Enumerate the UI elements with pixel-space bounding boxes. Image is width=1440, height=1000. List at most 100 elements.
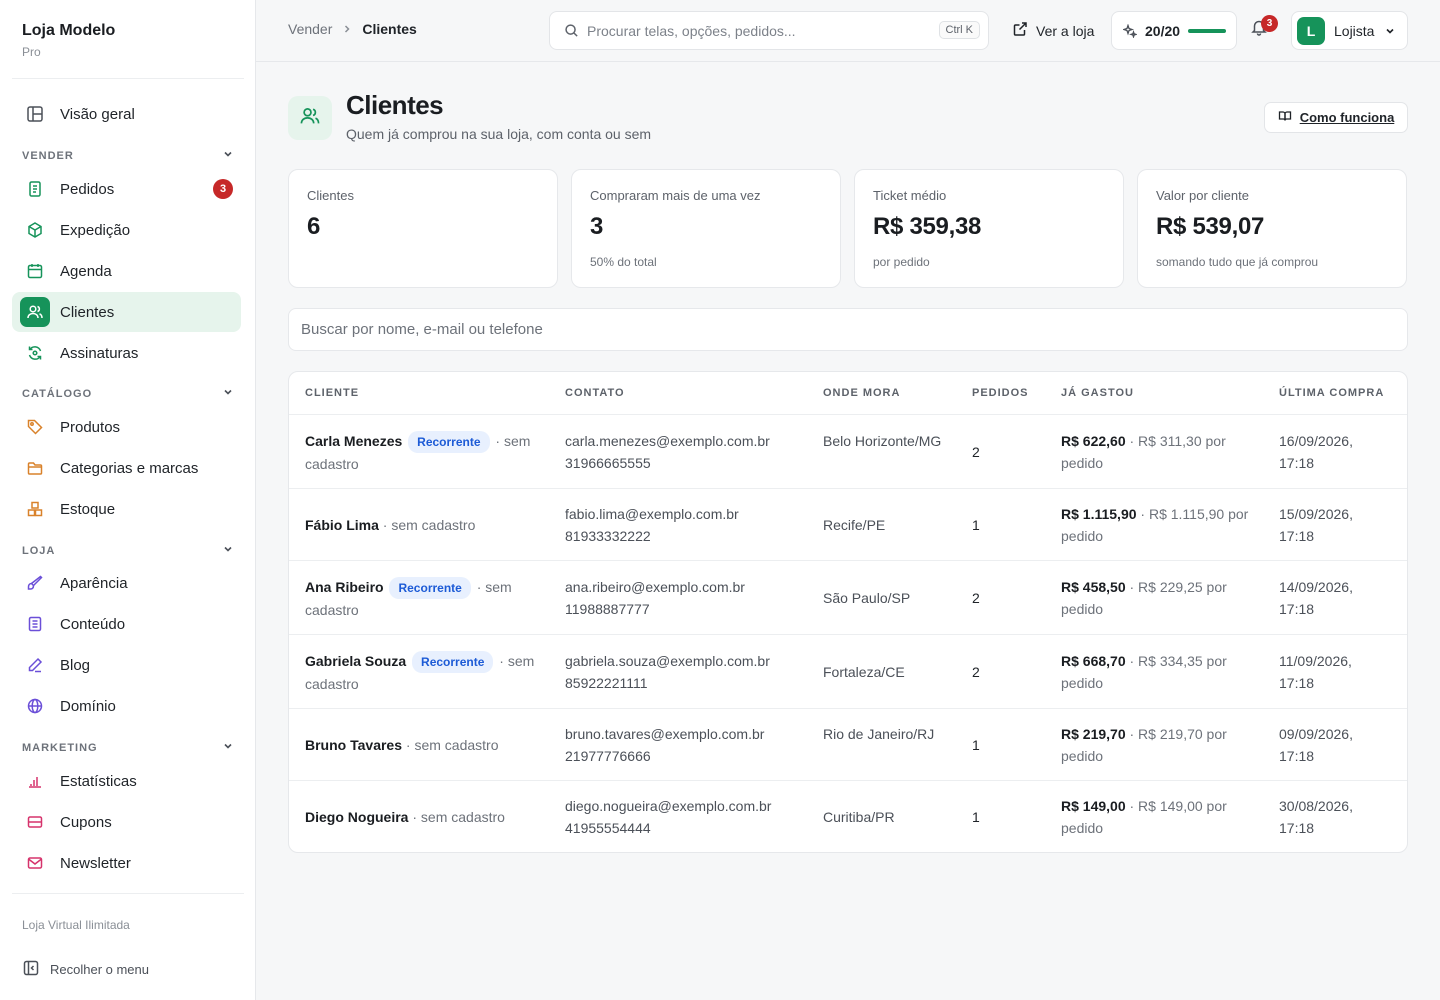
last-purchase-date: 14/09/2026, bbox=[1279, 579, 1353, 595]
last-purchase-time: 17:18 bbox=[1279, 675, 1315, 691]
last-purchase-cell: 16/09/2026, 17:18 bbox=[1279, 430, 1389, 474]
sidebar-item-label: Aparência bbox=[60, 574, 128, 592]
column-header-ja-gastou[interactable]: JÁ GASTOU bbox=[1061, 387, 1134, 399]
user-menu[interactable]: L Lojista bbox=[1291, 11, 1408, 50]
sidebar-item-label: Cupons bbox=[60, 813, 112, 831]
customer-search[interactable] bbox=[288, 308, 1408, 351]
sidebar-item-expedicao[interactable]: Expedição bbox=[12, 210, 241, 250]
section-toggle-vender[interactable]: VENDER bbox=[22, 148, 234, 164]
customer-name[interactable]: Carla Menezes bbox=[305, 433, 402, 449]
pencil-icon bbox=[20, 650, 50, 680]
sidebar-item-label: Clientes bbox=[60, 303, 115, 321]
customer-cell: Ana Ribeiro Recorrente · sem cadastro bbox=[305, 576, 545, 621]
ticket-icon bbox=[20, 807, 50, 837]
section-title: CATÁLOGO bbox=[22, 388, 93, 400]
last-purchase-time: 17:18 bbox=[1279, 455, 1315, 471]
customer-email[interactable]: carla.menezes@exemplo.com.br bbox=[565, 430, 805, 452]
usage-quota[interactable]: 20/20 bbox=[1111, 11, 1237, 50]
customer-email[interactable]: diego.nogueira@exemplo.com.br bbox=[565, 795, 805, 817]
stat-note: por pedido bbox=[873, 255, 930, 269]
section-toggle-marketing[interactable]: MARKETING bbox=[22, 740, 234, 756]
how-it-works-button[interactable]: Como funciona bbox=[1264, 102, 1408, 133]
customer-spent-cell: R$ 458,50 · R$ 229,25 por pedido bbox=[1061, 576, 1256, 620]
customer-location: Recife/PE bbox=[823, 517, 886, 533]
column-header-onde-mora[interactable]: ONDE MORA bbox=[823, 387, 900, 399]
column-header-contato[interactable]: CONTATO bbox=[565, 387, 625, 399]
sidebar-item-clientes[interactable]: Clientes bbox=[12, 292, 241, 332]
usage-quota-value: 20/20 bbox=[1145, 22, 1181, 39]
customer-email[interactable]: ana.ribeiro@exemplo.com.br bbox=[565, 576, 805, 598]
column-header-ultima-compra[interactable]: ÚLTIMA COMPRA bbox=[1279, 387, 1384, 399]
global-search-input[interactable] bbox=[587, 22, 917, 39]
chevron-right-icon bbox=[342, 21, 352, 37]
customer-name[interactable]: Ana Ribeiro bbox=[305, 579, 384, 595]
customer-email[interactable]: bruno.tavares@exemplo.com.br bbox=[565, 723, 805, 745]
view-store-link[interactable]: Ver a loja bbox=[1012, 11, 1094, 50]
boxes-icon bbox=[20, 494, 50, 524]
customer-email[interactable]: gabriela.souza@exemplo.com.br bbox=[565, 650, 805, 672]
package-icon bbox=[20, 215, 50, 245]
customer-search-input[interactable] bbox=[289, 309, 1407, 350]
column-header-cliente[interactable]: CLIENTE bbox=[305, 387, 359, 399]
stat-card-recorrentes: Compraram mais de uma vez 3 50% do total bbox=[571, 169, 841, 288]
sidebar-item-agenda[interactable]: Agenda bbox=[12, 251, 241, 291]
sidebar-item-categorias[interactable]: Categorias e marcas bbox=[12, 448, 241, 488]
table-row[interactable]: Diego Nogueira · sem cadastro diego.nogue… bbox=[289, 781, 1407, 852]
users-icon bbox=[299, 105, 321, 132]
last-purchase-cell: 11/09/2026, 17:18 bbox=[1279, 650, 1389, 694]
sidebar-item-produtos[interactable]: Produtos bbox=[12, 407, 241, 447]
customer-name[interactable]: Diego Nogueira bbox=[305, 809, 408, 825]
calendar-icon bbox=[20, 256, 50, 286]
last-purchase-date: 15/09/2026, bbox=[1279, 506, 1353, 522]
customer-phone: 81933332222 bbox=[565, 528, 651, 544]
table-header: CLIENTE CONTATO ONDE MORA PEDIDOS JÁ GAS… bbox=[289, 372, 1407, 415]
account-status: · sem cadastro bbox=[405, 737, 499, 753]
contact-cell: ana.ribeiro@exemplo.com.br 11988887777 bbox=[565, 576, 805, 620]
sidebar-item-label: Assinaturas bbox=[60, 344, 139, 362]
brand[interactable]: Loja Modelo Pro bbox=[22, 22, 115, 59]
sidebar-item-estatisticas[interactable]: Estatísticas bbox=[12, 761, 241, 801]
global-search[interactable]: Ctrl K bbox=[549, 11, 989, 50]
sidebar-item-label: Blog bbox=[60, 656, 91, 674]
folder-icon bbox=[20, 453, 50, 483]
last-purchase-cell: 14/09/2026, 17:18 bbox=[1279, 576, 1389, 620]
chevron-down-icon bbox=[1384, 25, 1396, 37]
collapse-menu-button[interactable]: Recolher o menu bbox=[22, 958, 149, 980]
column-header-pedidos[interactable]: PEDIDOS bbox=[972, 387, 1029, 399]
stat-card-clientes: Clientes 6 bbox=[288, 169, 558, 288]
sidebar-item-blog[interactable]: Blog bbox=[12, 645, 241, 685]
notifications-button[interactable]: 3 bbox=[1250, 15, 1278, 44]
stat-value: 6 bbox=[307, 213, 321, 240]
stat-note: 50% do total bbox=[590, 255, 657, 269]
customer-name[interactable]: Gabriela Souza bbox=[305, 653, 406, 669]
customer-name[interactable]: Fábio Lima bbox=[305, 517, 379, 533]
last-purchase-date: 16/09/2026, bbox=[1279, 433, 1353, 449]
layout-icon bbox=[20, 99, 50, 129]
section-toggle-loja[interactable]: LOJA bbox=[22, 543, 234, 559]
sidebar-item-newsletter[interactable]: Newsletter bbox=[12, 843, 241, 883]
stat-value: R$ 359,38 bbox=[873, 213, 982, 240]
sidebar-item-overview[interactable]: Visão geral bbox=[12, 94, 241, 134]
section-toggle-catalogo[interactable]: CATÁLOGO bbox=[22, 386, 234, 402]
sidebar-item-pedidos[interactable]: Pedidos 3 bbox=[12, 169, 241, 209]
breadcrumb-link-vender[interactable]: Vender bbox=[288, 21, 332, 37]
sidebar-item-conteudo[interactable]: Conteúdo bbox=[12, 604, 241, 644]
customer-name[interactable]: Bruno Tavares bbox=[305, 737, 402, 753]
table-row[interactable]: Carla Menezes Recorrente · sem cadastro c… bbox=[289, 415, 1407, 489]
customer-email[interactable]: fabio.lima@exemplo.com.br bbox=[565, 503, 805, 525]
table-row[interactable]: Fábio Lima · sem cadastro fabio.lima@exem… bbox=[289, 489, 1407, 561]
table-row[interactable]: Ana Ribeiro Recorrente · sem cadastro ana… bbox=[289, 561, 1407, 635]
sidebar-item-cupons[interactable]: Cupons bbox=[12, 802, 241, 842]
sidebar-item-label: Visão geral bbox=[60, 105, 135, 123]
sidebar-item-aparencia[interactable]: Aparência bbox=[12, 563, 241, 603]
table-row[interactable]: Gabriela Souza Recorrente · sem cadastro… bbox=[289, 635, 1407, 709]
sidebar-item-dominio[interactable]: Domínio bbox=[12, 686, 241, 726]
users-icon bbox=[20, 297, 50, 327]
sidebar-item-assinaturas[interactable]: Assinaturas bbox=[12, 333, 241, 373]
sidebar-item-estoque[interactable]: Estoque bbox=[12, 489, 241, 529]
table-row[interactable]: Bruno Tavares · sem cadastro bruno.tavare… bbox=[289, 709, 1407, 781]
customer-location: São Paulo/SP bbox=[823, 590, 911, 606]
customer-total-spent: R$ 149,00 bbox=[1061, 798, 1126, 814]
brand-plan: Pro bbox=[22, 45, 41, 59]
last-purchase-time: 17:18 bbox=[1279, 748, 1315, 764]
